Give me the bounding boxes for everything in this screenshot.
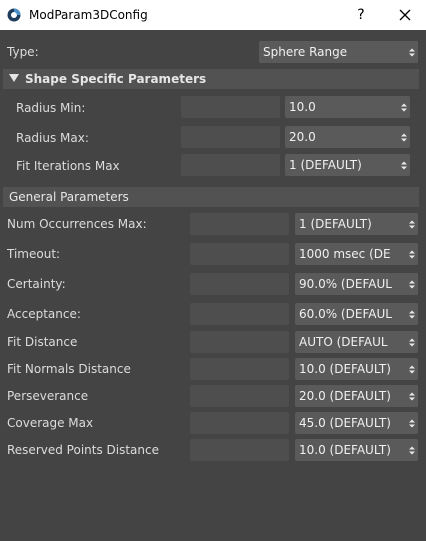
timeout-blank-field [190, 243, 289, 265]
app-logo-icon [6, 7, 22, 23]
timeout-label: Timeout: [7, 247, 61, 261]
coverage-max-blank-field [190, 412, 289, 434]
fit-iterations-max-label: Fit Iterations Max [16, 159, 120, 173]
acceptance-dropdown[interactable]: 60.0% (DEFAUL [295, 303, 418, 325]
coverage-max-value: 45.0 (DEFAULT) [299, 416, 391, 430]
radius-max-label: Radius Max: [16, 131, 89, 145]
updown-arrow-icon [398, 126, 410, 148]
title-bar: ModParam3DConfig ? [0, 0, 426, 30]
radius-min-dropdown[interactable]: 10.0 [285, 96, 410, 118]
shape-section-title: Shape Specific Parameters [25, 72, 207, 86]
updown-arrow-icon [406, 439, 418, 461]
radius-min-label: Radius Min: [16, 101, 86, 115]
perseverance-dropdown[interactable]: 20.0 (DEFAULT) [295, 385, 418, 407]
num-occurrences-max-dropdown[interactable]: 1 (DEFAULT) [295, 213, 418, 235]
updown-arrow-icon [406, 243, 418, 265]
window-title: ModParam3DConfig [29, 8, 148, 22]
coverage-max-dropdown[interactable]: 45.0 (DEFAULT) [295, 412, 418, 434]
fit-normals-distance-dropdown[interactable]: 10.0 (DEFAULT) [295, 358, 418, 380]
fit-normals-blank-field [190, 358, 289, 380]
num-occurrences-max-value: 1 (DEFAULT) [299, 217, 372, 231]
acceptance-value: 60.0% (DEFAUL [299, 307, 392, 321]
certainty-dropdown[interactable]: 90.0% (DEFAUL [295, 273, 418, 295]
updown-arrow-icon [406, 303, 418, 325]
acceptance-blank-field [190, 303, 289, 325]
shape-section-header[interactable]: Shape Specific Parameters [3, 69, 419, 89]
general-section-title: General Parameters [9, 190, 129, 204]
fit-distance-value: AUTO (DEFAUL [299, 335, 388, 349]
help-button[interactable]: ? [346, 0, 376, 30]
updown-arrow-icon [406, 412, 418, 434]
certainty-value: 90.0% (DEFAUL [299, 277, 392, 291]
updown-arrow-icon [406, 331, 418, 353]
fit-iterations-blank-field [181, 154, 280, 176]
num-occurrences-blank-field [190, 213, 289, 235]
fit-distance-label: Fit Distance [7, 335, 78, 349]
updown-arrow-icon [398, 154, 410, 176]
certainty-label: Certainty: [7, 277, 66, 291]
close-icon [399, 9, 411, 21]
updown-arrow-icon [406, 213, 418, 235]
timeout-dropdown[interactable]: 1000 msec (DE [295, 243, 418, 265]
collapse-triangle-icon [9, 72, 19, 86]
fit-normals-distance-label: Fit Normals Distance [7, 362, 131, 376]
updown-arrow-icon [406, 273, 418, 295]
fit-iterations-max-value: 1 (DEFAULT) [289, 158, 362, 172]
perseverance-blank-field [190, 385, 289, 407]
radius-min-blank-field [181, 96, 280, 118]
radius-max-blank-field [181, 126, 280, 148]
acceptance-label: Acceptance: [7, 307, 81, 321]
type-dropdown[interactable]: Sphere Range [259, 41, 418, 63]
radius-max-dropdown[interactable]: 20.0 [285, 126, 410, 148]
reserved-points-distance-label: Reserved Points Distance [7, 443, 159, 457]
perseverance-value: 20.0 (DEFAULT) [299, 389, 391, 403]
radius-max-value: 20.0 [289, 130, 316, 144]
timeout-value: 1000 msec (DE [299, 247, 391, 261]
updown-arrow-icon [398, 96, 410, 118]
type-label: Type: [7, 45, 39, 59]
certainty-blank-field [190, 273, 289, 295]
perseverance-label: Perseverance [7, 389, 89, 403]
general-section-header[interactable]: General Parameters [3, 187, 419, 207]
radius-min-value: 10.0 [289, 100, 316, 114]
fit-distance-blank-field [190, 331, 289, 353]
type-dropdown-value: Sphere Range [263, 45, 348, 59]
updown-arrow-icon [406, 385, 418, 407]
reserved-points-distance-dropdown[interactable]: 10.0 (DEFAULT) [295, 439, 418, 461]
fit-normals-distance-value: 10.0 (DEFAULT) [299, 362, 391, 376]
coverage-max-label: Coverage Max [7, 416, 94, 430]
close-button[interactable] [390, 0, 420, 30]
fit-iterations-max-dropdown[interactable]: 1 (DEFAULT) [285, 154, 410, 176]
reserved-points-distance-value: 10.0 (DEFAULT) [299, 443, 391, 457]
fit-distance-dropdown[interactable]: AUTO (DEFAUL [295, 331, 418, 353]
num-occurrences-max-label: Num Occurrences Max: [7, 217, 147, 231]
updown-arrow-icon [406, 41, 418, 63]
updown-arrow-icon [406, 358, 418, 380]
reserved-points-blank-field [190, 439, 289, 461]
